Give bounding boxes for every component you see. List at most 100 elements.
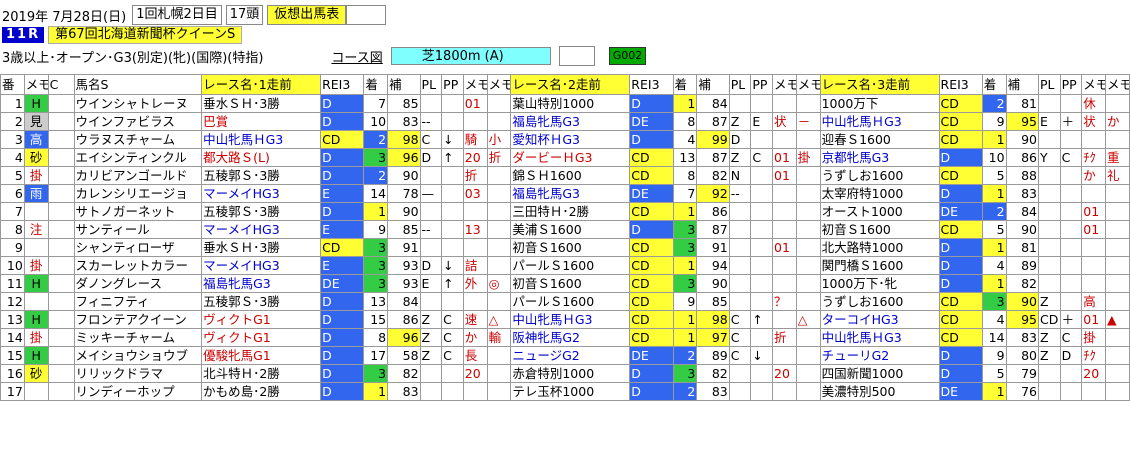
col-supp-3[interactable]: 補: [1005, 74, 1040, 95]
cell-race1[interactable]: 五稜郭Ｓ･3勝: [201, 202, 322, 221]
cell-memo-1a[interactable]: [462, 382, 488, 401]
cell-memo-2a[interactable]: 01: [772, 238, 797, 257]
cell-mark[interactable]: 砂: [23, 148, 49, 167]
cell-pp-1[interactable]: ↑: [441, 274, 464, 293]
cell-rank3-1[interactable]: E: [320, 220, 365, 239]
cell-pl-1[interactable]: --: [419, 112, 443, 131]
cell-place-3[interactable]: 1: [981, 274, 1007, 293]
cell-rank3-2[interactable]: D: [629, 130, 674, 149]
cell-place-1[interactable]: 15: [363, 310, 389, 329]
cell-pp-2[interactable]: [750, 274, 774, 293]
cell-race1[interactable]: 五稜郭Ｓ･3勝: [201, 292, 322, 311]
cell-rank3-3[interactable]: DE: [938, 382, 983, 401]
cell-pp-1[interactable]: ↓: [441, 130, 464, 149]
cell-memo-2a[interactable]: 状: [772, 112, 797, 131]
cell-pl-1[interactable]: Z: [419, 310, 443, 329]
cell-pl-1[interactable]: —: [419, 184, 443, 203]
cell-race3[interactable]: オースト1000: [819, 202, 940, 221]
cell-memo-3b[interactable]: 重: [1105, 148, 1130, 167]
cell-memo-3a[interactable]: 高: [1081, 292, 1107, 311]
cell-memo-1a[interactable]: 速: [462, 310, 488, 329]
cell-memo-3b[interactable]: [1105, 346, 1130, 365]
cell-number[interactable]: 17: [0, 382, 25, 401]
cell-memo-1b[interactable]: [486, 166, 512, 185]
cell-rank3-2[interactable]: CD: [629, 274, 674, 293]
cell-supp-3[interactable]: 90: [1005, 292, 1040, 311]
cell-memo-2b[interactable]: [795, 382, 821, 401]
cell-race1[interactable]: 北斗特Ｈ･2勝: [201, 364, 322, 383]
cell-memo-3b[interactable]: ▲: [1105, 310, 1130, 329]
cell-pl-2[interactable]: C: [728, 310, 752, 329]
cell-rank3-3[interactable]: D: [938, 274, 983, 293]
cell-place-3[interactable]: 5: [981, 220, 1007, 239]
cell-pl-1[interactable]: Z: [419, 346, 443, 365]
cell-rank3-3[interactable]: CD: [938, 310, 983, 329]
cell-mark[interactable]: 雨: [23, 184, 49, 203]
cell-rank3-3[interactable]: D: [938, 184, 983, 203]
cell-rank3-1[interactable]: D: [320, 148, 365, 167]
cell-pl-1[interactable]: C: [419, 130, 443, 149]
cell-horse-name[interactable]: メイショウショウブ: [73, 346, 203, 365]
cell-rank3-2[interactable]: CD: [629, 328, 674, 347]
cell-pl-3[interactable]: [1038, 220, 1061, 239]
cell-memo-2a[interactable]: [772, 346, 797, 365]
cell-place-2[interactable]: 9: [672, 292, 698, 311]
cell-c[interactable]: [47, 274, 75, 293]
cell-pl-2[interactable]: D: [728, 130, 752, 149]
cell-pl-2[interactable]: C: [728, 328, 752, 347]
cell-mark[interactable]: 掛: [23, 328, 49, 347]
col-pl-1[interactable]: PL: [419, 74, 443, 95]
cell-pl-2[interactable]: [728, 220, 752, 239]
cell-supp-1[interactable]: 96: [387, 148, 421, 167]
table-row[interactable]: 9 シャンティローザ 垂水ＳＨ･3勝 CD 3 91 初音Ｓ1600 CD 3 91 01 北大路特1…: [0, 238, 1130, 257]
cell-memo-3a[interactable]: 01: [1081, 220, 1107, 239]
col-pl-2[interactable]: PL: [728, 74, 752, 95]
cell-supp-1[interactable]: 93: [387, 256, 421, 275]
cell-pl-3[interactable]: [1038, 274, 1061, 293]
cell-place-3[interactable]: 4: [981, 310, 1007, 329]
cell-pp-2[interactable]: [750, 94, 774, 113]
cell-memo-1b[interactable]: 折: [486, 148, 512, 167]
course-map-link[interactable]: コース図: [331, 47, 382, 66]
cell-race1[interactable]: 中山牝馬ＨG3: [201, 130, 322, 149]
cell-memo-2b[interactable]: [795, 346, 821, 365]
cell-race1[interactable]: 都大路Ｓ(L): [201, 148, 322, 167]
cell-place-2[interactable]: 2: [672, 346, 698, 365]
cell-rank3-3[interactable]: CD: [938, 112, 983, 131]
cell-race1[interactable]: マーメイHG3: [201, 220, 322, 239]
cell-pl-2[interactable]: [728, 274, 752, 293]
cell-supp-2[interactable]: 97: [696, 328, 730, 347]
cell-supp-3[interactable]: 83: [1005, 328, 1040, 347]
cell-supp-1[interactable]: 98: [387, 130, 421, 149]
cell-race1[interactable]: 垂水ＳＨ･3勝: [201, 238, 322, 257]
col-pp-3[interactable]: PP: [1059, 74, 1083, 95]
cell-pl-2[interactable]: N: [728, 166, 752, 185]
cell-pp-2[interactable]: [750, 364, 774, 383]
cell-memo-1b[interactable]: [486, 202, 512, 221]
col-memo-2a[interactable]: メモ: [772, 74, 797, 95]
table-row[interactable]: 5 掛カリビアンゴールド 五稜郭Ｓ･3勝 D 2 90 折錦ＳＨ1600 CD 8 82 N 01 うず…: [0, 166, 1130, 185]
cell-race2[interactable]: パールＳ1600: [510, 292, 631, 311]
cell-pl-3[interactable]: Z: [1038, 328, 1061, 347]
cell-horse-name[interactable]: カレンシリエージョ: [73, 184, 203, 203]
cell-memo-2b[interactable]: [795, 166, 821, 185]
table-row[interactable]: 15 H メイショウショウブ 優駿牝馬G1 D 17 58 Z C 長ニュージG2 DE 2 89 C ↓ チ…: [0, 346, 1130, 365]
cell-memo-2a[interactable]: [772, 184, 797, 203]
cell-place-1[interactable]: 3: [363, 256, 389, 275]
cell-place-3[interactable]: 1: [981, 184, 1007, 203]
cell-number[interactable]: 4: [0, 148, 25, 167]
cell-supp-3[interactable]: 79: [1005, 364, 1040, 383]
cell-race3[interactable]: 初音Ｓ1600: [819, 220, 940, 239]
cell-pp-1[interactable]: C: [441, 328, 464, 347]
cell-memo-1a[interactable]: [462, 292, 488, 311]
cell-race3[interactable]: 1000万下･牝: [819, 274, 940, 293]
cell-pl-3[interactable]: Z: [1038, 292, 1061, 311]
cell-rank3-2[interactable]: CD: [629, 238, 674, 257]
cell-memo-2a[interactable]: [772, 202, 797, 221]
cell-supp-1[interactable]: 85: [387, 94, 421, 113]
cell-memo-3a[interactable]: ﾁｸ: [1081, 148, 1107, 167]
cell-number[interactable]: 1: [0, 94, 25, 113]
cell-place-1[interactable]: 1: [363, 382, 389, 401]
cell-pp-2[interactable]: [750, 184, 774, 203]
cell-pp-2[interactable]: [750, 202, 774, 221]
